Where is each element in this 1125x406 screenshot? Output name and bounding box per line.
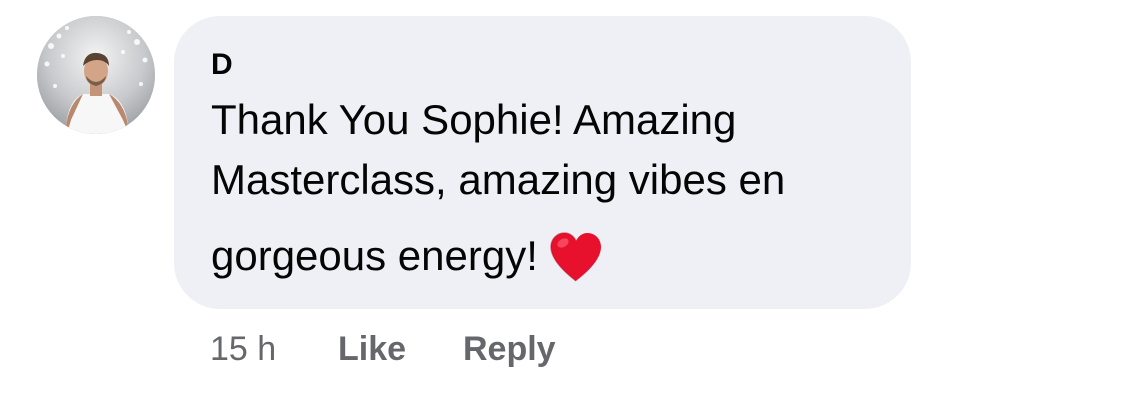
comment-text-line: Thank You Sophie! Amazing [211, 96, 737, 143]
like-button[interactable]: Like [338, 329, 406, 369]
reply-button[interactable]: Reply [463, 329, 556, 369]
comment-text-segment: gorgeous energy! [211, 232, 538, 279]
timestamp[interactable]: 15 h [210, 329, 276, 369]
avatar[interactable] [37, 16, 155, 134]
profile-photo-icon [37, 16, 155, 134]
comment-text-line: Masterclass, amazing vibes en [211, 156, 786, 203]
comment-text-line: gorgeous energy! [211, 232, 604, 285]
comment-author[interactable]: D [211, 50, 233, 80]
comment-bubble: D Thank You Sophie! Amazing Masterclass,… [174, 16, 911, 309]
red-heart-icon [550, 232, 601, 282]
